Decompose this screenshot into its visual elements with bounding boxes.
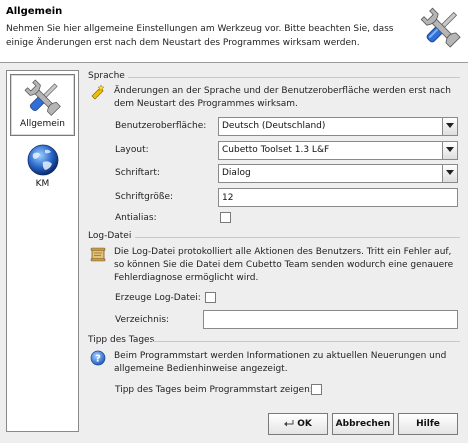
sprache-info: Änderungen an der Sprache und der Benutz… [114, 86, 451, 109]
section-title-logdatei: Log-Datei [88, 231, 132, 241]
section-divider [135, 237, 460, 238]
scroll-icon [90, 247, 106, 262]
label-tipp-zeigen: Tipp des Tages beim Programmstart zeigen… [115, 385, 313, 395]
section-title-sprache: Sprache [88, 71, 125, 81]
ok-button[interactable]: OK [268, 413, 328, 435]
label-erzeuge-logdatei: Erzeuge Log-Datei: [115, 293, 201, 303]
schriftart-value: Dialog [222, 168, 251, 178]
label-schriftgroesse: Schriftgröße: [115, 192, 174, 202]
enter-arrow-icon [284, 420, 294, 427]
nav-label-allgemein: Allgemein [20, 119, 65, 129]
tipp-info: Beim Programmstart werden Informationen … [114, 351, 447, 374]
schriftart-dropdown-button[interactable] [442, 165, 457, 182]
label-antialias: Antialias: [115, 213, 157, 223]
label-verzeichnis: Verzeichnis: [115, 315, 170, 325]
hint-icon [91, 84, 105, 100]
globe-icon [27, 144, 58, 176]
abbrechen-button[interactable]: Abbrechen [332, 413, 394, 435]
label-schriftart: Schriftart: [115, 168, 160, 178]
antialias-checkbox[interactable] [220, 212, 231, 223]
nav-label-km: KM [35, 179, 50, 189]
category-list: Allgemein KM [6, 70, 79, 432]
header-title: Allgemein [6, 6, 63, 17]
benutzeroberflaeche-select[interactable]: Deutsch (Deutschland) [218, 117, 458, 136]
section-divider [152, 341, 460, 342]
verzeichnis-input[interactable] [204, 311, 457, 328]
layout-value: Cubetto Toolset 1.3 L&F [222, 145, 330, 155]
schriftart-select[interactable]: Dialog [218, 164, 458, 183]
svg-text:?: ? [95, 354, 101, 365]
dialog-header: Allgemein Nehmen Sie hier allgemeine Ein… [0, 0, 468, 63]
help-icon: ? [90, 350, 106, 366]
tipp-zeigen-checkbox[interactable] [311, 384, 322, 395]
tools-icon [420, 7, 461, 48]
chevron-down-icon [446, 123, 454, 128]
layout-dropdown-button[interactable] [442, 142, 457, 159]
ok-button-label: OK [297, 419, 312, 429]
verzeichnis-field[interactable] [203, 310, 458, 329]
chevron-down-icon [446, 170, 454, 175]
hilfe-button-label: Hilfe [416, 419, 440, 429]
nav-item-allgemein[interactable]: Allgemein [10, 74, 75, 136]
benutzeroberflaeche-dropdown-button[interactable] [442, 118, 457, 135]
tools-icon [23, 79, 61, 116]
schriftgroesse-input[interactable] [219, 189, 457, 206]
benutzeroberflaeche-value: Deutsch (Deutschland) [222, 121, 326, 131]
logdatei-info: Die Log-Datei protokolliert alle Aktione… [114, 247, 454, 283]
erzeuge-logdatei-checkbox[interactable] [205, 292, 216, 303]
abbrechen-button-label: Abbrechen [335, 419, 391, 429]
layout-select[interactable]: Cubetto Toolset 1.3 L&F [218, 141, 458, 160]
label-layout: Layout: [115, 145, 149, 155]
hilfe-button[interactable]: Hilfe [398, 413, 458, 435]
schriftgroesse-field[interactable] [218, 188, 458, 207]
nav-item-km[interactable]: KM [10, 139, 75, 201]
chevron-down-icon [446, 147, 454, 152]
section-divider [128, 77, 460, 78]
header-description: Nehmen Sie hier allgemeine Einstellungen… [6, 24, 394, 48]
section-title-tipp: Tipp des Tages [88, 335, 155, 345]
label-benutzeroberflaeche: Benutzeroberfläche: [115, 121, 207, 131]
